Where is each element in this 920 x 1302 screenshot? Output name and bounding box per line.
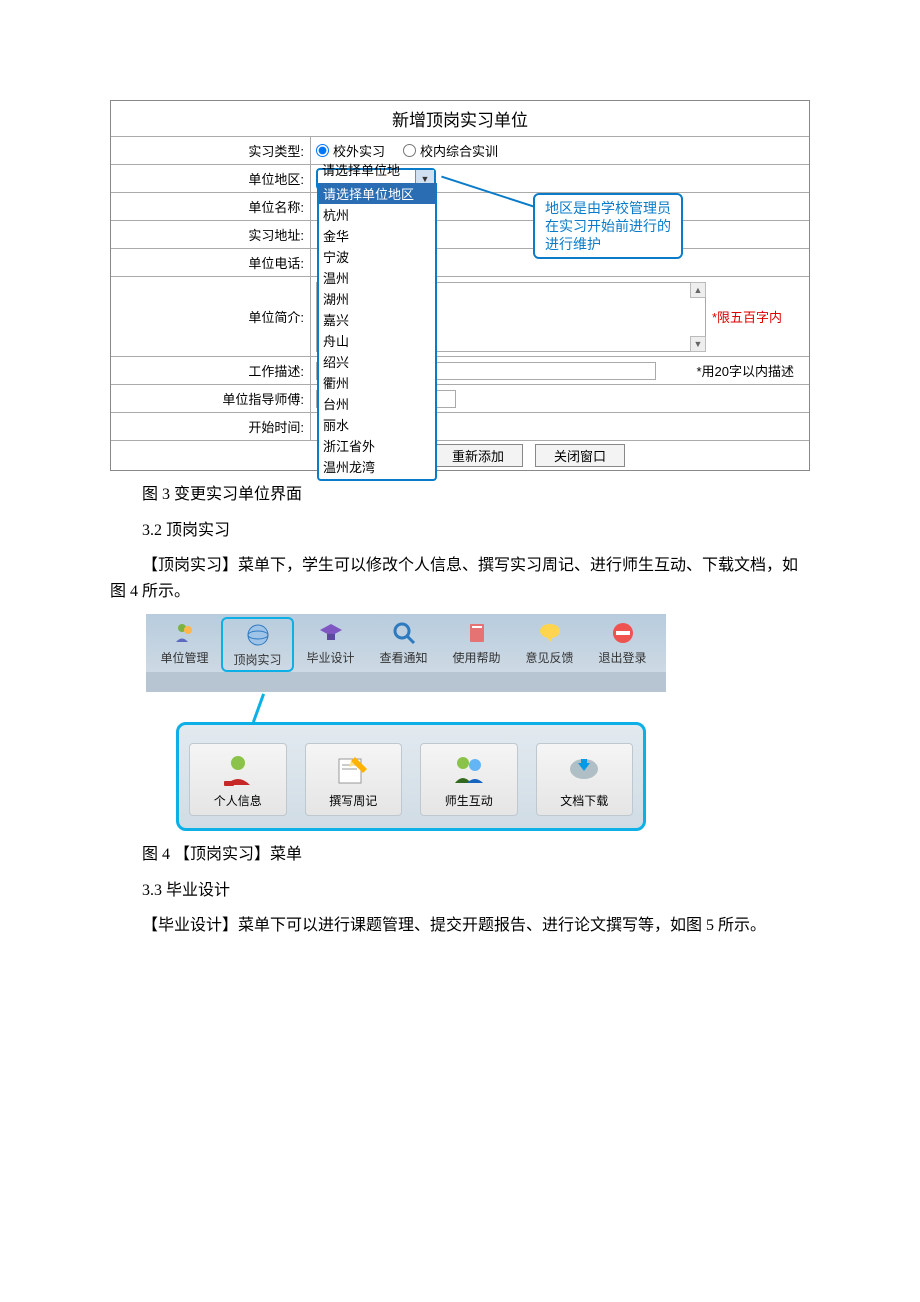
menu-item-logout[interactable]: 退出登录 xyxy=(586,619,659,672)
label-address: 实习地址: xyxy=(111,221,311,248)
menu-label: 查看通知 xyxy=(367,649,440,666)
label-name: 单位名称: xyxy=(111,193,311,220)
dropdown-option[interactable]: 绍兴 xyxy=(319,351,435,372)
radio-external-input[interactable] xyxy=(316,144,329,157)
dropdown-option[interactable]: 湖州 xyxy=(319,288,435,309)
callout-line2: 在实习开始前进行的 xyxy=(545,217,671,235)
submenu-interaction[interactable]: 师生互动 xyxy=(420,743,518,816)
dropdown-option[interactable]: 金华 xyxy=(319,225,435,246)
figure3-caption: 图 3 变更实习单位界面 xyxy=(142,483,810,507)
people-icon xyxy=(449,752,489,788)
dropdown-option[interactable]: 杭州 xyxy=(319,204,435,225)
dropdown-option[interactable]: 温州龙湾 xyxy=(319,456,435,477)
scroll-up-icon[interactable]: ▲ xyxy=(690,282,706,298)
dropdown-option[interactable]: 温州 xyxy=(319,267,435,288)
label-region: 单位地区: xyxy=(111,165,311,192)
submenu-label: 个人信息 xyxy=(190,792,286,809)
callout-note: 地区是由学校管理员 在实习开始前进行的 进行维护 xyxy=(533,193,683,259)
globe-icon xyxy=(244,621,272,649)
person-icon xyxy=(218,752,258,788)
radio-external[interactable]: 校外实习 xyxy=(316,141,385,160)
submenu-label: 撰写周记 xyxy=(306,792,402,809)
menu-item-help[interactable]: 使用帮助 xyxy=(440,619,513,672)
menu-label: 单位管理 xyxy=(148,649,221,666)
menu-label: 退出登录 xyxy=(586,649,659,666)
menu-item-graduation[interactable]: 毕业设计 xyxy=(294,619,367,672)
menu-label: 顶岗实习 xyxy=(223,651,292,668)
dropdown-option[interactable]: 浙江省外 xyxy=(319,435,435,456)
top-menu-bar: 单位管理 顶岗实习 毕业设计 查看通知 使用帮助 xyxy=(146,614,666,676)
scroll-down-icon[interactable]: ▼ xyxy=(690,336,706,352)
label-phone: 单位电话: xyxy=(111,249,311,276)
menu-label: 毕业设计 xyxy=(294,649,367,666)
dropdown-option[interactable]: 舟山 xyxy=(319,330,435,351)
section-3-2-heading: 3.2 顶岗实习 xyxy=(142,519,810,543)
book-icon xyxy=(463,619,491,647)
dropdown-option[interactable]: 嘉兴 xyxy=(319,309,435,330)
menu-label: 意见反馈 xyxy=(513,649,586,666)
radio-internal-label: 校内综合实训 xyxy=(420,141,498,160)
section-3-3-heading: 3.3 毕业设计 xyxy=(142,879,810,903)
menu-separator xyxy=(146,672,666,692)
note-intro: *限五百字内 xyxy=(712,307,782,326)
submenu-label: 师生互动 xyxy=(421,792,517,809)
menu-item-unit[interactable]: 单位管理 xyxy=(148,619,221,672)
figure4-caption: 图 4 【顶岗实习】菜单 xyxy=(142,843,810,867)
menu-item-notice[interactable]: 查看通知 xyxy=(367,619,440,672)
section-3-3-body: 【毕业设计】菜单下可以进行课题管理、提交开题报告、进行论文撰写等，如图 5 所示… xyxy=(110,913,810,939)
dropdown-option[interactable]: 衢州 xyxy=(319,372,435,393)
radio-internal-input[interactable] xyxy=(403,144,416,157)
callout-line1: 地区是由学校管理员 xyxy=(545,199,671,217)
label-mentor: 单位指导师傅: xyxy=(111,385,311,412)
graduation-icon xyxy=(317,619,345,647)
submenu-write-weekly[interactable]: 撰写周记 xyxy=(305,743,403,816)
close-button[interactable]: 关闭窗口 xyxy=(535,444,625,467)
radio-internal[interactable]: 校内综合实训 xyxy=(403,141,498,160)
label-starttime: 开始时间: xyxy=(111,413,311,440)
submenu-personal-info[interactable]: 个人信息 xyxy=(189,743,287,816)
submenu-label: 文档下载 xyxy=(537,792,633,809)
dropdown-option[interactable]: 请选择单位地区 xyxy=(319,183,435,204)
form-title: 新增顶岗实习单位 xyxy=(111,101,809,137)
dropdown-option[interactable]: 台州 xyxy=(319,393,435,414)
dropdown-option[interactable]: 宁波 xyxy=(319,246,435,267)
chat-icon xyxy=(536,619,564,647)
download-icon xyxy=(564,752,604,788)
label-intro: 单位简介: xyxy=(111,277,311,356)
search-icon xyxy=(390,619,418,647)
connector-line xyxy=(252,694,265,723)
dropdown-option[interactable]: 丽水 xyxy=(319,414,435,435)
menu-screenshot: 单位管理 顶岗实习 毕业设计 查看通知 使用帮助 xyxy=(146,614,666,831)
menu-item-feedback[interactable]: 意见反馈 xyxy=(513,619,586,672)
radio-external-label: 校外实习 xyxy=(333,141,385,160)
reset-button[interactable]: 重新添加 xyxy=(433,444,523,467)
callout-line3: 进行维护 xyxy=(545,235,671,253)
region-dropdown-list[interactable]: 请选择单位地区 杭州 金华 宁波 温州 湖州 嘉兴 舟山 绍兴 衢州 台州 丽水… xyxy=(317,183,437,481)
no-entry-icon xyxy=(609,619,637,647)
note-workdesc: *用20字以内描述 xyxy=(696,361,804,380)
label-type: 实习类型: xyxy=(111,137,311,164)
section-3-2-body: 【顶岗实习】菜单下，学生可以修改个人信息、撰写实习周记、进行师生互动、下载文档，… xyxy=(110,553,810,604)
menu-item-internship[interactable]: 顶岗实习 xyxy=(221,617,294,672)
pencil-note-icon xyxy=(333,752,373,788)
submenu-panel: 个人信息 撰写周记 师生互动 文档下载 xyxy=(176,722,646,831)
add-unit-form: 新增顶岗实习单位 实习类型: 校外实习 校内综合实训 单位地区: 请选择单位地区… xyxy=(110,100,810,471)
users-icon xyxy=(171,619,199,647)
submenu-download[interactable]: 文档下载 xyxy=(536,743,634,816)
menu-label: 使用帮助 xyxy=(440,649,513,666)
label-workdesc: 工作描述: xyxy=(111,357,311,384)
